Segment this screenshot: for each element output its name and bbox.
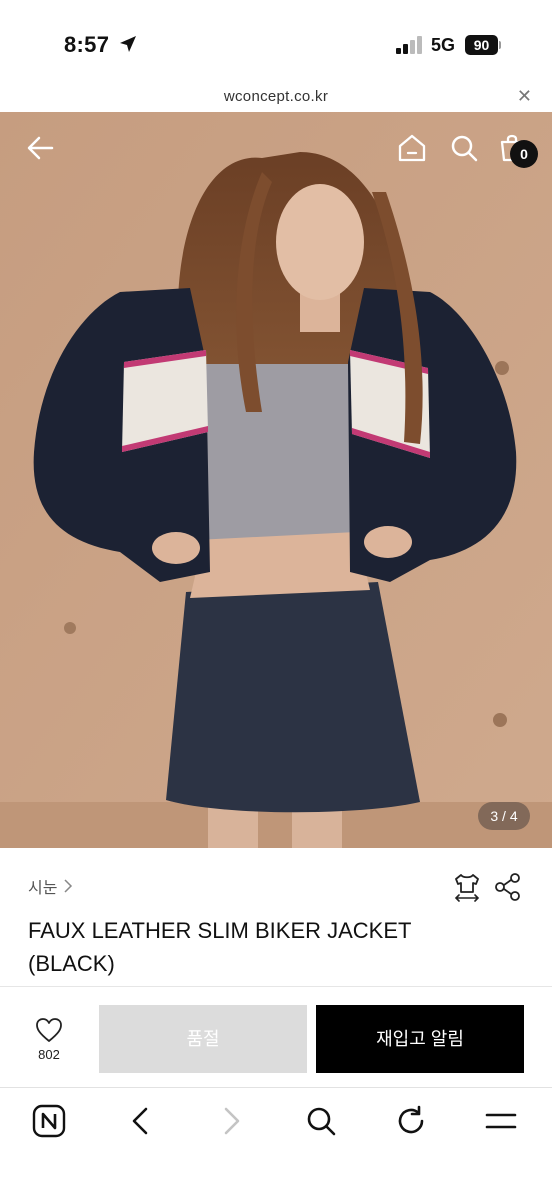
url-bar[interactable]: wconcept.co.kr ✕ — [0, 84, 552, 112]
heart-icon[interactable] — [35, 1017, 63, 1043]
share-icon[interactable] — [494, 872, 522, 902]
search-icon[interactable] — [304, 1104, 338, 1138]
product-photo — [0, 112, 552, 848]
home-icon[interactable] — [396, 132, 428, 164]
status-time: 8:57 — [64, 32, 110, 57]
soldout-button[interactable]: 품절 — [99, 1005, 307, 1073]
battery-level: 90 — [465, 35, 498, 55]
close-icon[interactable]: ✕ — [517, 86, 532, 107]
restock-notify-button[interactable]: 재입고 알림 — [316, 1005, 524, 1073]
brand-link[interactable]: 시눈 — [28, 874, 73, 898]
brand-name[interactable]: 시눈 — [28, 874, 57, 898]
network-type: 5G — [431, 35, 456, 55]
chevron-left-icon[interactable] — [124, 1104, 158, 1138]
product-title: FAUX LEATHER SLIM BIKER JACKET (BLACK) — [28, 918, 412, 976]
menu-icon[interactable] — [484, 1104, 518, 1138]
chevron-right-icon — [64, 879, 73, 893]
naver-n-icon[interactable] — [32, 1104, 66, 1138]
status-bar: 8:57 5G 90 — [0, 0, 552, 84]
product-image[interactable]: 0 3 / 4 — [0, 112, 552, 848]
url-text[interactable]: wconcept.co.kr — [0, 88, 552, 105]
browser-toolbar — [0, 1087, 552, 1200]
image-counter: 3 / 4 — [478, 802, 530, 830]
battery-icon: 90 — [465, 35, 501, 55]
cart-count-badge: 0 — [510, 140, 538, 168]
search-icon[interactable] — [448, 132, 480, 164]
reload-icon[interactable] — [394, 1104, 428, 1138]
arrow-left-icon[interactable] — [24, 132, 56, 164]
like-count: 802 — [38, 1047, 60, 1062]
size-guide-icon[interactable] — [452, 872, 482, 902]
location-arrow-icon — [120, 36, 136, 52]
product-info: 시눈 FAUX LEATHER SLIM BIKER JACKET (BLACK… — [0, 848, 552, 986]
like-button[interactable]: 802 — [24, 1017, 74, 1067]
purchase-action-bar: 802 품절 재입고 알림 — [0, 987, 552, 1087]
chevron-right-icon[interactable] — [214, 1104, 248, 1138]
cellular-signal-icon — [396, 36, 422, 54]
